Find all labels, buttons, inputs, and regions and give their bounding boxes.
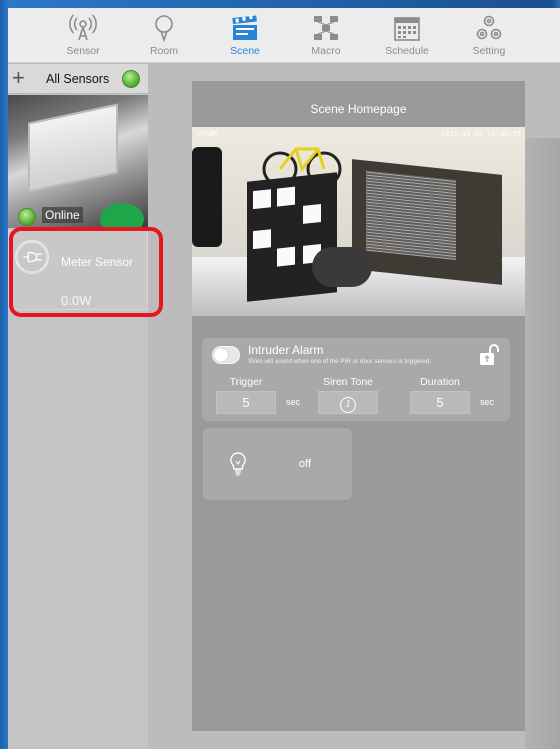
tab-bar: Sensor Room Scene Macro Schedule Setting — [8, 8, 560, 63]
meter-sensor-value: 0.0W — [61, 293, 92, 308]
tab-label: Setting — [472, 45, 506, 57]
tab-sensor[interactable]: Sensor — [43, 8, 123, 63]
alarm-toggle[interactable] — [212, 346, 240, 364]
duration-input[interactable]: 5 — [410, 391, 470, 414]
light-bulb-icon — [230, 452, 246, 476]
add-sensor-button[interactable]: + — [12, 66, 25, 90]
bicycle-image — [262, 147, 342, 187]
tab-label: Macro — [311, 45, 341, 57]
sensor-sidebar: + All Sensors Online Meter Sensor 0.0W — [8, 64, 148, 749]
alarm-description: Siren will sound when one of the PIR or … — [248, 358, 432, 365]
camera-window-panel — [352, 159, 502, 285]
page-title: Scene Homepage — [310, 102, 407, 116]
intruder-alarm-card: Intruder Alarm Siren will sound when one… — [202, 338, 510, 421]
tab-label: Room — [149, 45, 178, 57]
duration-label: Duration — [420, 376, 460, 388]
plug-icon — [15, 240, 49, 274]
background-shape — [525, 138, 560, 749]
trigger-label: Trigger — [229, 376, 263, 388]
meter-sensor-name: Meter Sensor — [61, 255, 134, 269]
unlock-icon[interactable] — [478, 344, 502, 366]
light-device-card[interactable]: off — [203, 428, 352, 500]
camera-thumbnail[interactable]: Online — [8, 95, 148, 228]
siren-tone-label: Siren Tone — [322, 376, 373, 388]
siren-tone-value: 1 — [340, 397, 356, 413]
tab-scene[interactable]: Scene — [205, 8, 285, 63]
meter-sensor-card[interactable]: Meter Sensor 0.0W — [8, 230, 148, 310]
location-pin-icon — [155, 15, 173, 43]
tab-macro[interactable]: Macro — [286, 8, 366, 63]
online-led-icon — [18, 208, 36, 226]
trigger-input[interactable]: 5 — [216, 391, 276, 414]
tab-schedule[interactable]: Schedule — [367, 8, 447, 63]
green-object — [100, 203, 144, 228]
antenna-icon — [69, 14, 97, 41]
camera-live-view[interactable]: IPCAM 2015-10-02 16:30:56 — [192, 127, 525, 316]
trigger-unit: sec — [286, 397, 301, 407]
app-frame: Sensor Room Scene Macro Schedule Setting… — [8, 8, 560, 749]
tab-label: Scene — [230, 45, 260, 57]
alarm-title: Intruder Alarm — [248, 343, 324, 357]
tab-room[interactable]: Room — [124, 8, 204, 63]
tab-setting[interactable]: Setting — [449, 8, 529, 63]
siren-tone-select[interactable]: 1 — [318, 391, 378, 414]
status-led-icon — [122, 70, 140, 88]
clapperboard-icon — [232, 14, 257, 40]
monitor-shape — [28, 103, 118, 193]
camera-person — [192, 147, 222, 247]
all-sensors-label[interactable]: All Sensors — [46, 72, 109, 86]
tab-label: Schedule — [385, 45, 429, 57]
flowchart-icon — [314, 16, 338, 40]
camera-timestamp: 2015-10-02 16:30:56 — [441, 131, 521, 139]
gears-icon — [476, 15, 502, 40]
camera-overlay-left: IPCAM — [196, 131, 218, 139]
duration-unit: sec — [480, 397, 495, 407]
calendar-icon — [394, 17, 420, 41]
camera-status: Online — [42, 207, 83, 223]
scene-panel: Scene Homepage IPCAM 2015-10-02 16:30:56… — [192, 81, 525, 731]
sidebar-header: + All Sensors — [8, 64, 148, 94]
tab-label: Sensor — [66, 45, 100, 57]
camera-object — [312, 247, 372, 287]
light-state: off — [299, 458, 312, 470]
